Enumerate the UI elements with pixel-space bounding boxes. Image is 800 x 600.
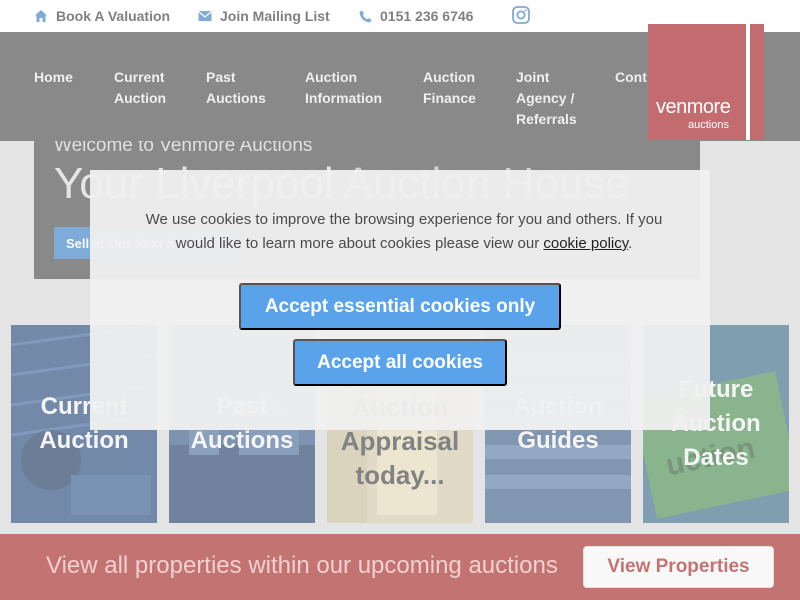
cookie-message-end: . bbox=[628, 235, 633, 252]
accept-essential-cookies-button[interactable]: Accept essential cookies only bbox=[239, 283, 561, 330]
cookie-dialog: We use cookies to improve the browsing e… bbox=[90, 170, 710, 430]
cookie-policy-link[interactable]: cookie policy bbox=[543, 235, 628, 252]
cookie-message: We use cookies to improve the browsing e… bbox=[134, 208, 674, 256]
accept-all-cookies-button[interactable]: Accept all cookies bbox=[293, 339, 507, 386]
